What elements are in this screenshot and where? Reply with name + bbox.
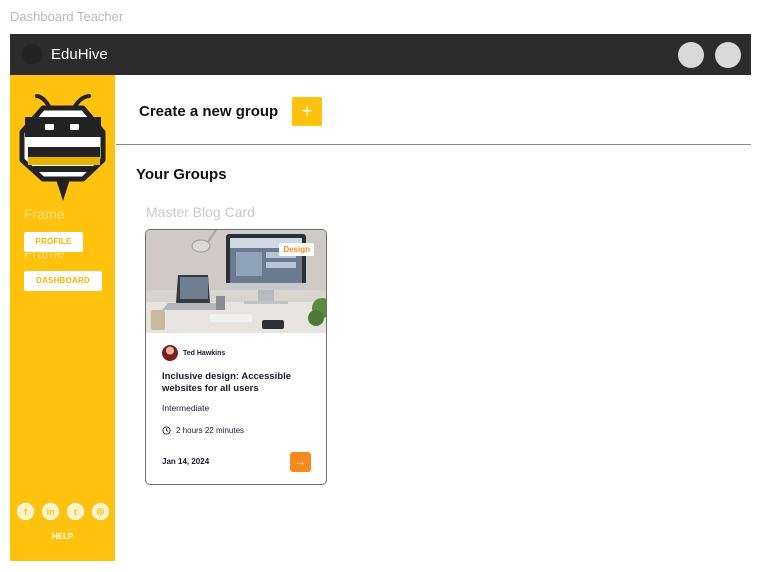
add-group-button[interactable]: + [292,97,322,126]
duration: 2 hours 22 minutes [162,426,244,435]
divider [116,144,751,145]
author-name: Ted Hawkins [183,349,226,357]
avatar [162,345,178,361]
account-button[interactable] [715,42,741,68]
bee-logo-icon [19,94,106,201]
frame-label: Dashboard Teacher [10,9,124,24]
profile-button[interactable]: PROFILE [24,232,83,252]
open-card-button[interactable]: → [290,452,311,472]
card-date: Jan 14, 2024 [162,457,210,466]
level-label: Intermediate [162,403,210,413]
facebook-icon[interactable]: f [17,503,34,520]
sidebar: Frame Frame PROFILE DASHBOARD f in t ◎ H… [10,75,115,561]
social-links: f in t ◎ [17,503,109,520]
app-title: EduHive [51,46,108,63]
category-tag: Design [279,243,314,256]
group-card[interactable]: Design Ted Hawkins Inclusive design: Acc… [145,229,327,485]
notifications-button[interactable] [678,42,704,68]
card-frame-label: Master Blog Card [146,204,255,220]
author: Ted Hawkins [162,345,225,361]
app-logo-icon [22,44,42,64]
linkedin-icon[interactable]: in [42,503,59,520]
help-link[interactable]: HELP [10,532,115,541]
instagram-icon[interactable]: ◎ [92,503,109,520]
duration-text: 2 hours 22 minutes [176,426,245,435]
your-groups-title: Your Groups [136,166,227,183]
top-bar: EduHive [10,34,751,75]
twitter-icon[interactable]: t [67,503,84,520]
dashboard-button[interactable]: DASHBOARD [24,271,102,291]
clock-icon [162,426,171,435]
create-group-title: Create a new group [139,103,279,120]
frame-ghost-label: Frame [24,206,65,222]
card-title: Inclusive design: Accessible websites fo… [162,371,292,394]
